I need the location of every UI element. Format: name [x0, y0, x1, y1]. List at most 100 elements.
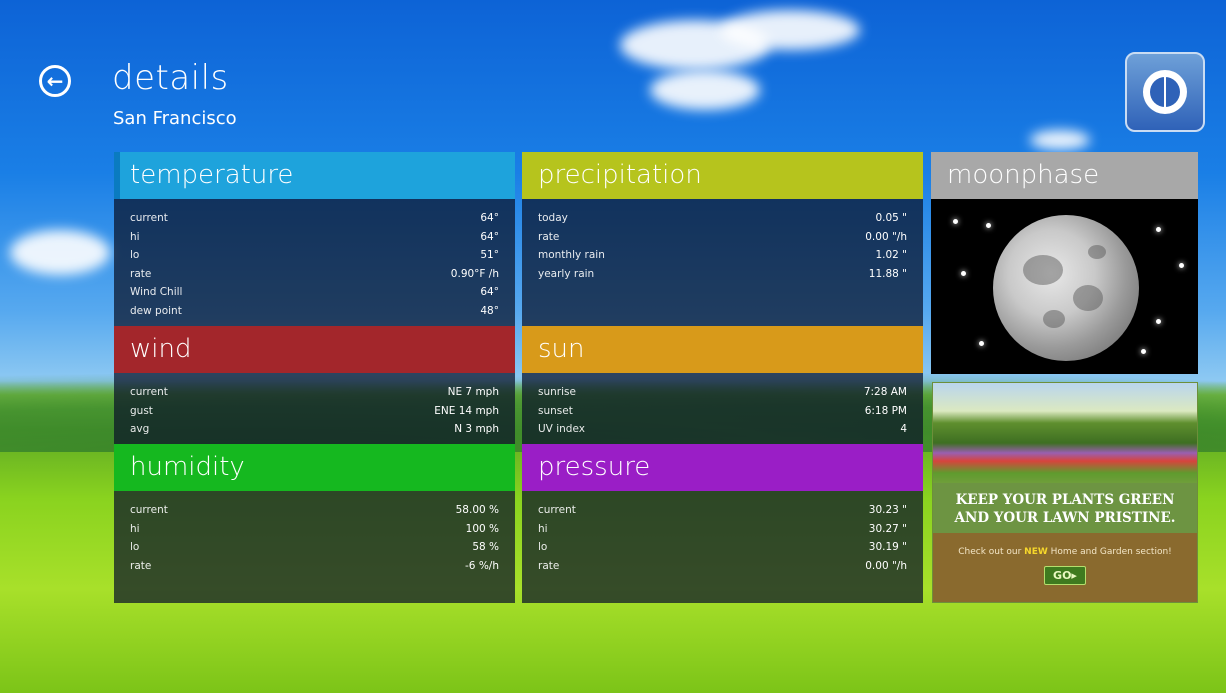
temperature-tile: temperature current 64° hi 64° lo 51° rate 0… [114, 152, 515, 326]
star-icon [953, 219, 958, 224]
row-label: Wind Chill [130, 286, 183, 299]
ladybug-icon [1143, 70, 1187, 114]
row-label: sunset [538, 404, 573, 417]
page-subtitle: San Francisco [113, 108, 237, 129]
go-button[interactable]: GO▸ [1044, 566, 1086, 585]
row-value: 64° [480, 230, 499, 243]
ad-text-new: NEW [1024, 547, 1048, 557]
data-row: current 30.23 " [538, 501, 907, 520]
star-icon [1141, 349, 1146, 354]
row-label: lo [538, 541, 548, 554]
data-row: yearly rain 11.88 " [538, 265, 907, 284]
row-value: 64° [480, 212, 499, 224]
row-value: 51° [480, 249, 499, 262]
row-value: 11.88 " [868, 267, 907, 280]
row-value: 64° [480, 286, 499, 299]
data-row: Wind Chill 64° [130, 283, 499, 302]
moonphase-title: moonphase [947, 160, 1100, 190]
humidity-title: humidity [130, 452, 245, 482]
moonphase-header: moonphase [931, 152, 1198, 199]
row-label: yearly rain [538, 267, 595, 280]
row-value: 7:28 AM [863, 386, 907, 398]
row-value: 6:18 PM [864, 404, 907, 417]
sun-header: sun [522, 326, 923, 373]
temperature-body: current 64° hi 64° lo 51° rate 0.90°F /h Win… [114, 199, 515, 326]
pressure-title: pressure [538, 452, 651, 482]
precipitation-header: precipitation [522, 152, 923, 199]
back-button[interactable]: ← [39, 65, 71, 97]
temperature-accent [114, 152, 120, 199]
data-row: rate 0.90°F /h [130, 265, 499, 284]
row-value: 30.23 " [868, 504, 907, 516]
pressure-tile: pressure current 30.23 " hi 30.27 " lo 30.1… [522, 444, 923, 603]
app-logo[interactable] [1125, 52, 1205, 132]
row-label: lo [130, 249, 140, 262]
row-value: 30.27 " [868, 522, 907, 535]
moonphase-tile: moonphase [931, 152, 1198, 374]
data-row: current 64° [130, 209, 499, 228]
sun-body: sunrise 7:28 AM sunset 6:18 PM UV index 4 [522, 373, 923, 444]
row-label: rate [538, 559, 560, 572]
row-label: UV index [538, 423, 585, 436]
row-value: 58 % [472, 541, 499, 554]
data-row: rate -6 %/h [130, 557, 499, 576]
data-row: lo 58 % [130, 538, 499, 557]
row-label: lo [130, 541, 140, 554]
data-row: today 0.05 " [538, 209, 907, 228]
humidity-body: current 58.00 % hi 100 % lo 58 % rate -6 %/h [114, 491, 515, 603]
ad-headline: KEEP YOUR PLANTS GREEN AND YOUR LAWN PRI… [933, 483, 1197, 533]
temperature-header: temperature [114, 152, 515, 199]
data-row: lo 51° [130, 246, 499, 265]
ad-banner[interactable]: KEEP YOUR PLANTS GREEN AND YOUR LAWN PRI… [932, 382, 1198, 603]
row-label: sunrise [538, 386, 576, 398]
row-value: 30.19 " [868, 541, 907, 554]
row-label: current [130, 504, 168, 516]
ad-footer: Check out our NEW Home and Garden sectio… [933, 533, 1197, 602]
row-label: hi [130, 230, 140, 243]
data-row: sunset 6:18 PM [538, 402, 907, 421]
star-icon [1179, 263, 1184, 268]
sun-title: sun [538, 334, 585, 364]
row-value: N 3 mph [454, 423, 499, 436]
data-row: lo 30.19 " [538, 538, 907, 557]
row-value: NE 7 mph [447, 386, 499, 398]
row-label: rate [130, 267, 152, 280]
sun-tile: sun sunrise 7:28 AM sunset 6:18 PM UV inde… [522, 326, 923, 444]
star-icon [1156, 227, 1161, 232]
data-row: rate 0.00 "/h [538, 557, 907, 576]
data-row: current NE 7 mph [130, 383, 499, 402]
moon-image [931, 199, 1198, 374]
data-row: gust ENE 14 mph [130, 402, 499, 421]
ad-headline-line-1: KEEP YOUR PLANTS GREEN [955, 492, 1175, 508]
ad-text: Check out our NEW Home and Garden sectio… [933, 547, 1197, 557]
ad-text-post: Home and Garden section! [1050, 547, 1172, 557]
row-label: hi [130, 522, 140, 535]
row-label: hi [538, 522, 548, 535]
moon-icon [993, 215, 1139, 361]
pressure-body: current 30.23 " hi 30.27 " lo 30.19 " rate 0… [522, 491, 923, 603]
row-value: 0.05 " [875, 212, 907, 224]
data-row: rate 0.00 "/h [538, 228, 907, 247]
precipitation-tile: precipitation today 0.05 " rate 0.00 "/h m… [522, 152, 923, 326]
data-row: current 58.00 % [130, 501, 499, 520]
pressure-header: pressure [522, 444, 923, 491]
star-icon [1156, 319, 1161, 324]
data-row: hi 30.27 " [538, 520, 907, 539]
row-value: 48° [480, 304, 499, 317]
back-arrow-icon: ← [46, 69, 64, 93]
data-row: monthly rain 1.02 " [538, 246, 907, 265]
row-value: 100 % [465, 522, 499, 535]
data-row: avg N 3 mph [130, 420, 499, 439]
row-value: -6 %/h [465, 559, 499, 572]
wind-header: wind [114, 326, 515, 373]
data-row: dew point 48° [130, 302, 499, 321]
data-row: hi 64° [130, 228, 499, 247]
data-row: hi 100 % [130, 520, 499, 539]
row-label: current [538, 504, 576, 516]
row-label: current [130, 212, 168, 224]
cloud-decoration [1030, 130, 1090, 150]
row-label: rate [538, 230, 560, 243]
star-icon [961, 271, 966, 276]
wind-tile: wind current NE 7 mph gust ENE 14 mph avg N… [114, 326, 515, 444]
star-icon [979, 341, 984, 346]
